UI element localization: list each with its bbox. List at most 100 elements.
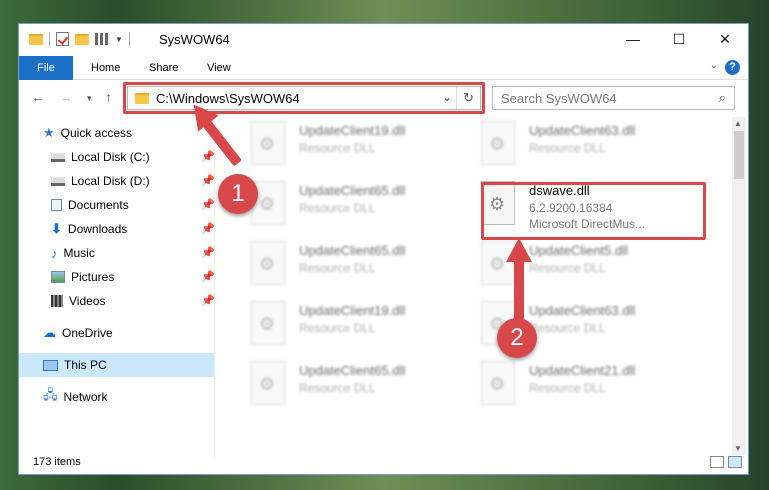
- scroll-up-icon[interactable]: ▲: [734, 119, 742, 128]
- tab-share[interactable]: Share: [149, 56, 178, 80]
- tab-view[interactable]: View: [207, 56, 231, 80]
- forward-arrow-icon[interactable]: →: [59, 89, 73, 105]
- separator: [128, 32, 130, 46]
- documents-icon: [51, 199, 62, 211]
- file-name: UpdateClient21.dll: [529, 363, 636, 378]
- sidebar-item-local-disk-c[interactable]: Local Disk (C:): [51, 145, 150, 169]
- file-list: ⚙ UpdateClient19.dll Resource DLL ⚙ Upda…: [219, 117, 730, 457]
- file-name: UpdateClient65.dll: [299, 363, 406, 378]
- sidebar-item-network[interactable]: 🖧 Network: [43, 385, 108, 409]
- sidebar-item-music[interactable]: ♪ Music: [51, 241, 95, 265]
- properties-icon[interactable]: [56, 32, 69, 46]
- scrollbar-thumb[interactable]: [734, 131, 744, 179]
- list-item[interactable]: ⚙ UpdateClient65.dll Resource DLL: [251, 361, 461, 413]
- explorer-window: ▼ SysWOW64 — ☐ ✕ File Home Share View ⌄ …: [18, 23, 749, 475]
- pin-icon[interactable]: 📌: [201, 198, 215, 211]
- up-arrow-icon[interactable]: ↑: [105, 89, 112, 105]
- file-name: UpdateClient65.dll: [299, 183, 406, 198]
- sidebar-item-downloads[interactable]: ⬇ Downloads: [51, 217, 127, 241]
- pin-icon[interactable]: 📌: [201, 294, 215, 307]
- minimize-button[interactable]: —: [610, 24, 656, 54]
- search-input[interactable]: Search SysWOW64 ⌕: [492, 86, 735, 110]
- separator: [49, 32, 50, 46]
- tab-home[interactable]: Home: [91, 56, 120, 80]
- pin-icon[interactable]: 📌: [201, 270, 215, 283]
- file-type: Resource DLL: [529, 141, 606, 155]
- list-item[interactable]: ⚙ UpdateClient65.dll Resource DLL: [251, 241, 461, 293]
- close-button[interactable]: ✕: [702, 24, 748, 54]
- dll-file-icon: ⚙: [251, 241, 285, 285]
- dll-file-icon: ⚙: [481, 121, 515, 165]
- pin-icon[interactable]: 📌: [201, 150, 215, 163]
- sidebar-item-this-pc[interactable]: This PC: [19, 353, 214, 377]
- computer-icon: [43, 359, 58, 371]
- file-name: UpdateClient63.dll: [529, 123, 636, 138]
- vertical-scrollbar[interactable]: ▲ ▼: [732, 117, 746, 455]
- file-type: Resource DLL: [529, 381, 606, 395]
- file-name: UpdateClient63.dll: [529, 303, 636, 318]
- sidebar-item-documents[interactable]: Documents: [51, 193, 129, 217]
- file-type: Resource DLL: [529, 321, 606, 335]
- file-type: Resource DLL: [529, 261, 606, 275]
- list-item[interactable]: ⚙ UpdateClient19.dll Resource DLL: [251, 121, 461, 173]
- list-item[interactable]: ⚙ UpdateClient21.dll Resource DLL: [481, 361, 691, 413]
- pin-icon[interactable]: 📌: [201, 174, 215, 187]
- sidebar-item-label: Local Disk (C:): [71, 150, 150, 164]
- cloud-icon: ☁: [43, 325, 56, 340]
- file-type: Resource DLL: [299, 261, 376, 275]
- search-icon[interactable]: ⌕: [719, 90, 726, 106]
- sidebar-item-pictures[interactable]: Pictures: [51, 265, 114, 289]
- file-type: Resource DLL: [299, 201, 376, 215]
- list-item[interactable]: ⚙ UpdateClient65.dll Resource DLL: [251, 181, 461, 233]
- network-icon: 🖧: [43, 387, 58, 402]
- dll-file-icon: ⚙: [251, 361, 285, 405]
- sidebar-item-label: Documents: [68, 198, 129, 212]
- file-name: UpdateClient19.dll: [299, 123, 406, 138]
- sidebar-item-local-disk-d[interactable]: Local Disk (D:): [51, 169, 150, 193]
- expand-ribbon-icon[interactable]: ⌄: [710, 60, 718, 71]
- folder-icon: [29, 33, 43, 45]
- help-icon[interactable]: ?: [725, 60, 740, 75]
- sidebar-item-label: Downloads: [67, 222, 128, 236]
- maximize-button[interactable]: ☐: [656, 24, 702, 54]
- sidebar-item-label: OneDrive: [62, 326, 113, 340]
- sidebar-item-videos[interactable]: Videos: [51, 289, 105, 313]
- address-highlight: [123, 82, 485, 114]
- chevron-down-icon[interactable]: ▼: [115, 35, 123, 44]
- back-arrow-icon[interactable]: ←: [31, 89, 45, 105]
- navigation-bar: ← → ▾ ↑ C:\Windows\SysWOW64 ⌄ ↻ Search S…: [19, 81, 748, 114]
- sidebar-item-label: Music: [63, 246, 95, 260]
- drive-icon: [51, 176, 65, 186]
- star-icon: ★: [43, 125, 55, 140]
- download-arrow-icon: ⬇: [51, 221, 62, 236]
- sidebar-item-label: Local Disk (D:): [71, 174, 150, 188]
- recent-locations-icon[interactable]: ▾: [87, 93, 92, 104]
- arrowhead-2: [506, 238, 532, 262]
- search-placeholder: Search SysWOW64: [501, 91, 617, 106]
- sidebar-item-onedrive[interactable]: ☁ OneDrive: [43, 321, 113, 345]
- file-type: Resource DLL: [299, 321, 376, 335]
- file-type: Resource DLL: [299, 141, 376, 155]
- view-icon[interactable]: [95, 33, 109, 45]
- file-highlight: [481, 182, 706, 240]
- sidebar-item-label: Quick access: [60, 126, 133, 140]
- sidebar-item-label: Network: [63, 390, 108, 404]
- new-folder-icon[interactable]: [75, 33, 89, 45]
- list-item[interactable]: ⚙ UpdateClient19.dll Resource DLL: [251, 301, 461, 353]
- file-name: UpdateClient5.dll: [529, 243, 629, 258]
- sidebar-item-quick-access[interactable]: ★ Quick access: [43, 121, 132, 145]
- tab-file[interactable]: File: [19, 56, 73, 80]
- annotation-arrow-2: [514, 256, 524, 322]
- pin-icon[interactable]: 📌: [201, 246, 215, 259]
- tiles-view-icon[interactable]: [728, 456, 742, 468]
- quick-access-toolbar: ▼: [29, 32, 130, 46]
- details-view-icon[interactable]: [710, 456, 724, 468]
- sidebar-item-label: This PC: [64, 358, 107, 372]
- drive-icon: [51, 152, 65, 162]
- music-note-icon: ♪: [51, 245, 58, 261]
- pictures-icon: [51, 271, 65, 283]
- pin-icon[interactable]: 📌: [201, 222, 215, 235]
- dll-file-icon: ⚙: [481, 361, 515, 405]
- film-icon: [51, 295, 63, 307]
- list-item[interactable]: ⚙ UpdateClient63.dll Resource DLL: [481, 121, 691, 173]
